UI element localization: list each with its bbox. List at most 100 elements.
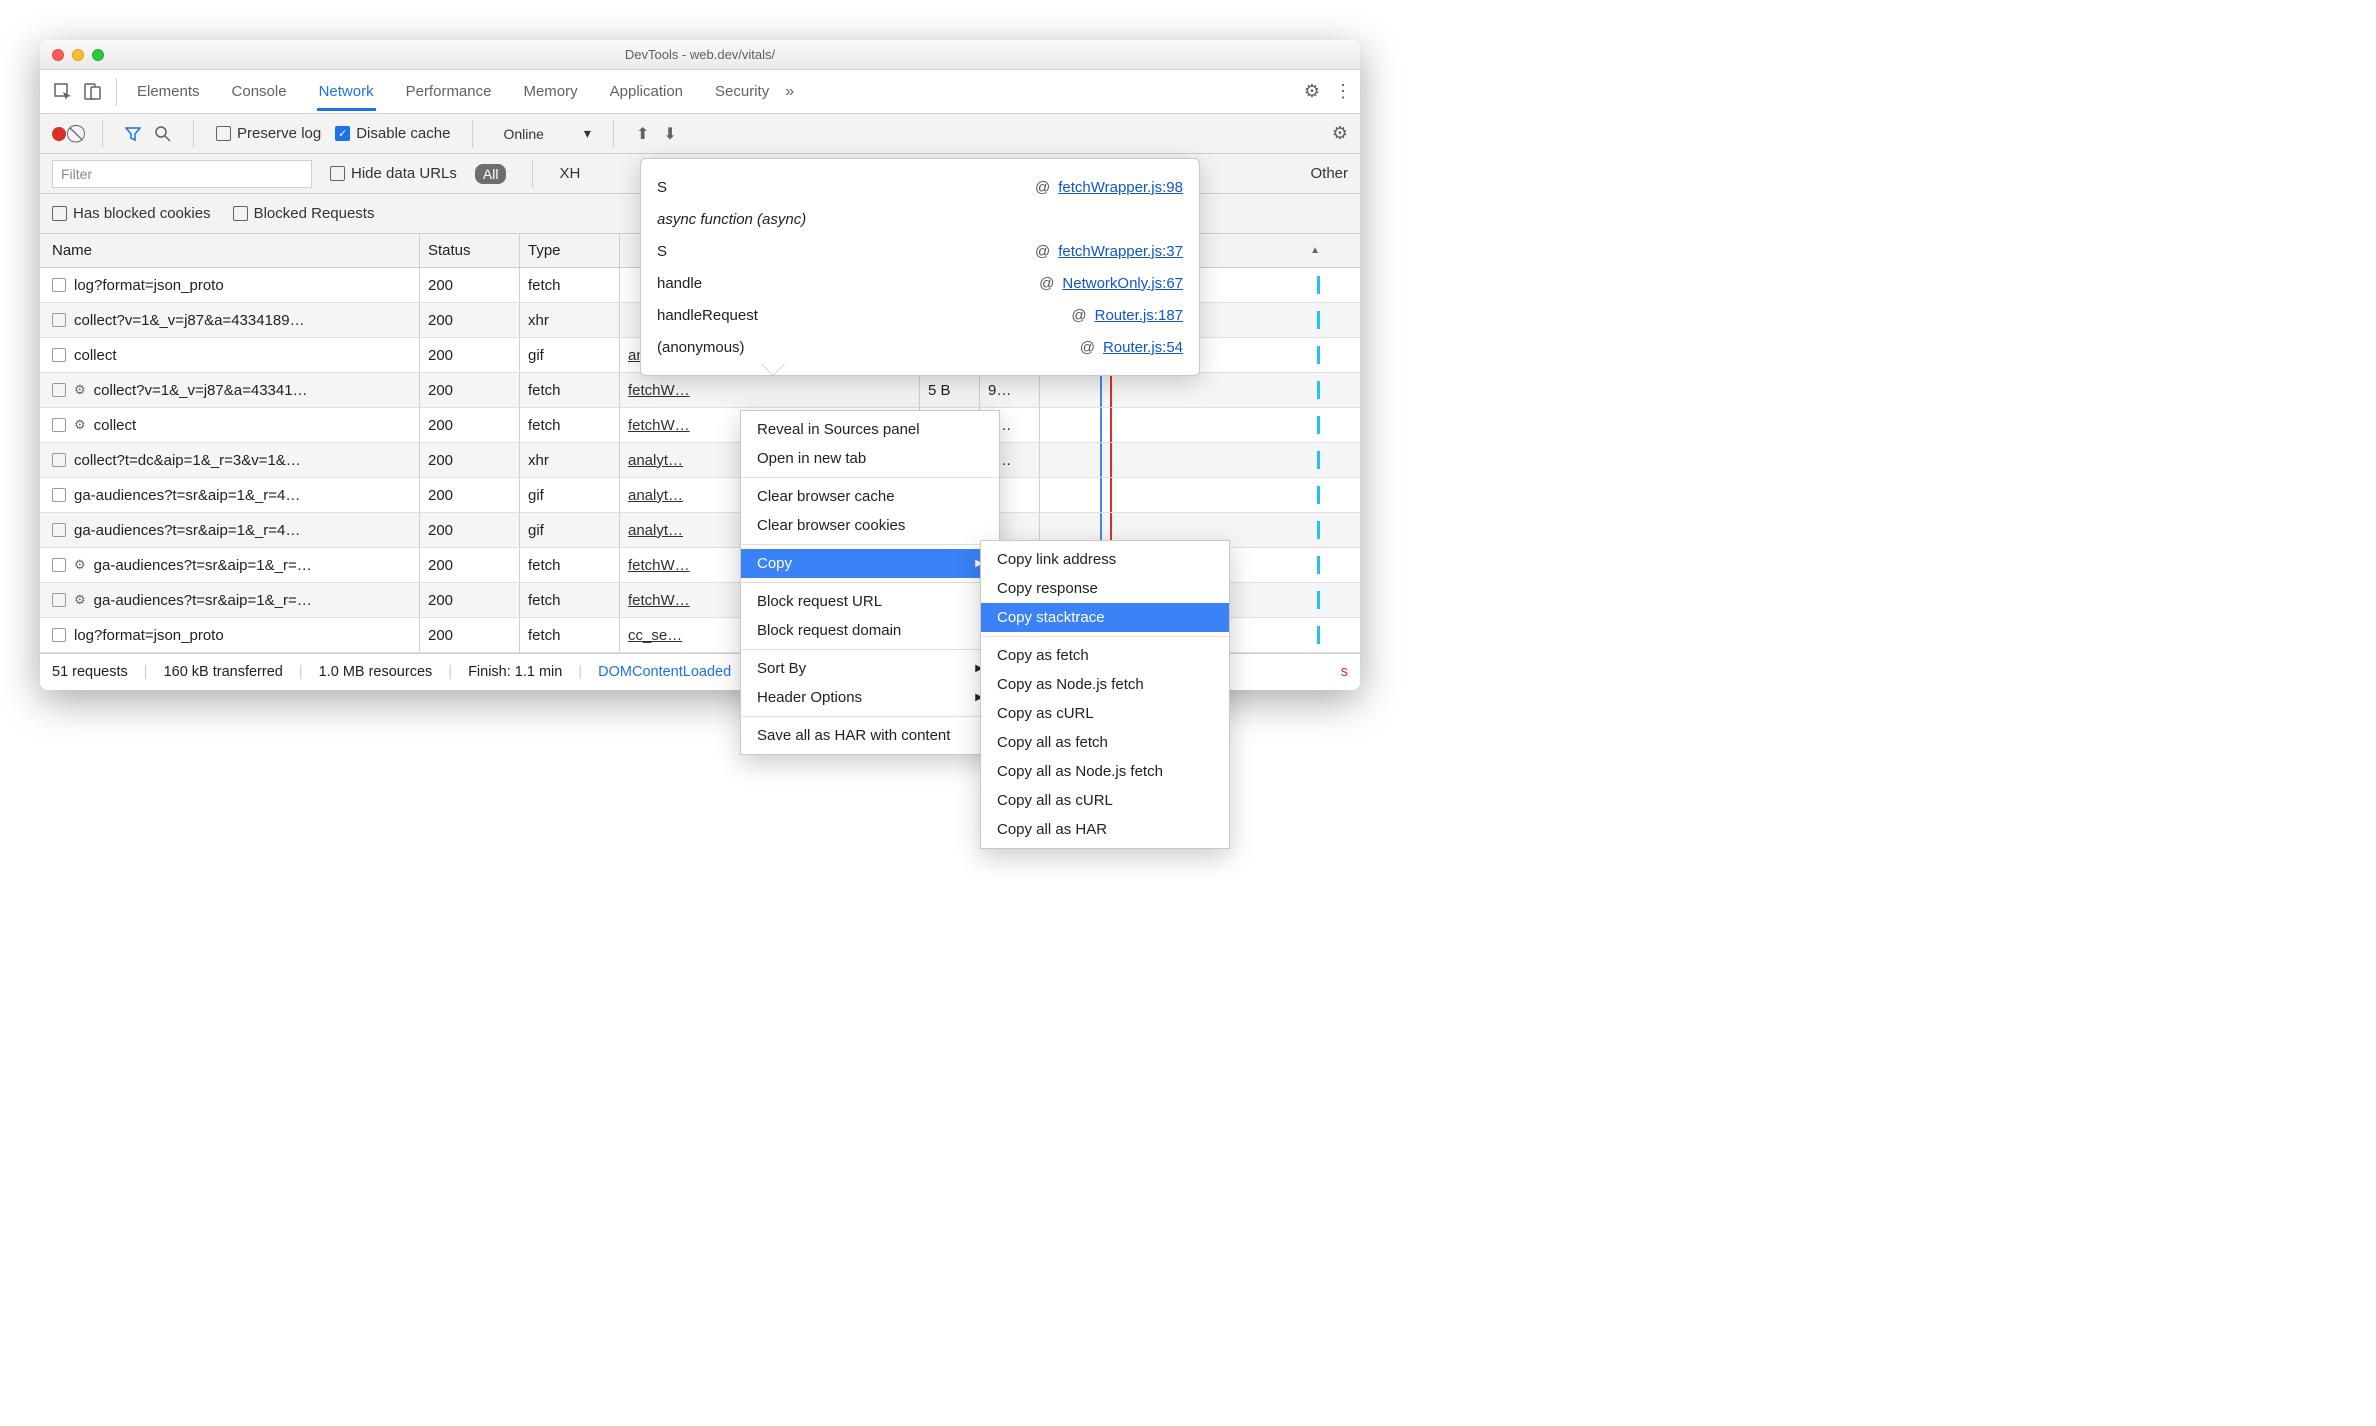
tab-console[interactable]: Console xyxy=(230,73,289,111)
more-tabs-chevron-icon[interactable]: » xyxy=(785,83,794,101)
initiator-link[interactable]: fetchW… xyxy=(628,592,690,609)
submenu-item[interactable]: Copy stacktrace xyxy=(981,603,1229,632)
tab-network[interactable]: Network xyxy=(317,73,376,111)
checkbox-checked-icon: ✓ xyxy=(335,126,350,141)
menu-copy[interactable]: Copy▶ xyxy=(741,549,999,578)
network-settings-gear-icon[interactable]: ⚙ xyxy=(1332,123,1348,144)
waterfall-bar xyxy=(1317,346,1320,364)
filter-type-all[interactable]: All xyxy=(475,164,507,184)
tab-security[interactable]: Security xyxy=(713,73,771,111)
upload-har-icon[interactable]: ⬆ xyxy=(636,124,649,144)
throttling-select[interactable]: Online▾ xyxy=(503,125,591,142)
status-load: s xyxy=(1341,664,1348,680)
cell-status: 200 xyxy=(420,443,520,477)
column-status[interactable]: Status xyxy=(420,234,520,267)
tab-performance[interactable]: Performance xyxy=(404,73,494,111)
initiator-link[interactable]: fetchW… xyxy=(628,382,690,399)
topbar-right: ⚙ ⋮ xyxy=(1304,81,1352,102)
submenu-item[interactable]: Copy link address xyxy=(981,545,1229,574)
submenu-item[interactable]: Copy all as fetch xyxy=(981,728,1229,757)
cell-type: fetch xyxy=(520,373,620,407)
disable-cache-checkbox[interactable]: ✓ Disable cache xyxy=(335,125,450,142)
filter-funnel-icon[interactable] xyxy=(125,126,141,142)
cell-type: fetch xyxy=(520,583,620,617)
devtools-topbar: Elements Console Network Performance Mem… xyxy=(40,70,1360,114)
stack-source-link[interactable]: Router.js:54 xyxy=(1103,339,1183,356)
initiator-link[interactable]: cc_se… xyxy=(628,627,682,644)
cell-time: 9… xyxy=(980,373,1040,407)
cell-type: xhr xyxy=(520,303,620,337)
filter-type-other[interactable]: Other xyxy=(1310,165,1348,182)
checkbox-unchecked-icon xyxy=(330,166,345,181)
separator xyxy=(102,120,103,148)
filter-type-xhr[interactable]: XH xyxy=(559,165,580,182)
table-row[interactable]: ⚙collect200fetchfetchW…7 B9… xyxy=(40,408,1360,443)
stack-source-link[interactable]: fetchWrapper.js:37 xyxy=(1058,243,1183,260)
stack-source-link[interactable]: Router.js:187 xyxy=(1095,307,1183,324)
record-button[interactable] xyxy=(52,127,66,141)
kebab-menu-icon[interactable]: ⋮ xyxy=(1334,81,1352,102)
stack-source-link[interactable]: NetworkOnly.js:67 xyxy=(1062,275,1183,292)
waterfall-bar xyxy=(1317,521,1320,539)
menu-block-domain[interactable]: Block request domain xyxy=(741,616,999,645)
submenu-item[interactable]: Copy all as cURL xyxy=(981,786,1229,815)
menu-sort-by[interactable]: Sort By▶ xyxy=(741,654,999,683)
disable-cache-label: Disable cache xyxy=(356,125,450,142)
cell-status: 200 xyxy=(420,408,520,442)
initiator-link[interactable]: fetchW… xyxy=(628,557,690,574)
cell-status: 200 xyxy=(420,303,520,337)
submenu-item[interactable]: Copy all as Node.js fetch xyxy=(981,757,1229,786)
initiator-link[interactable]: analyt… xyxy=(628,487,683,504)
table-row[interactable]: collect?t=dc&aip=1&_r=3&v=1&…200xhranaly… xyxy=(40,443,1360,478)
menu-separator xyxy=(741,477,999,478)
resource-type-icon xyxy=(52,558,66,572)
has-blocked-cookies-checkbox[interactable]: Has blocked cookies xyxy=(52,205,211,222)
preserve-log-checkbox[interactable]: Preserve log xyxy=(216,125,321,142)
submenu-item[interactable]: Copy all as HAR xyxy=(981,815,1229,844)
device-toggle-icon[interactable] xyxy=(78,77,108,107)
submenu-item[interactable]: Copy as fetch xyxy=(981,641,1229,670)
stack-function-name: handleRequest xyxy=(657,307,1063,324)
cell-status: 200 xyxy=(420,373,520,407)
request-name: ga-audiences?t=sr&aip=1&_r=4… xyxy=(74,487,300,504)
submenu-item[interactable]: Copy as Node.js fetch xyxy=(981,670,1229,699)
tab-application[interactable]: Application xyxy=(608,73,685,111)
menu-open-new-tab[interactable]: Open in new tab xyxy=(741,444,999,473)
menu-header-options[interactable]: Header Options▶ xyxy=(741,683,999,712)
menu-separator xyxy=(981,636,1229,637)
column-type[interactable]: Type xyxy=(520,234,620,267)
menu-clear-cache[interactable]: Clear browser cache xyxy=(741,482,999,511)
cell-type: fetch xyxy=(520,408,620,442)
request-name: ga-audiences?t=sr&aip=1&_r=4… xyxy=(74,522,300,539)
search-icon[interactable] xyxy=(155,126,171,142)
initiator-link[interactable]: fetchW… xyxy=(628,417,690,434)
blocked-requests-checkbox[interactable]: Blocked Requests xyxy=(233,205,375,222)
request-name: log?format=json_proto xyxy=(74,277,224,294)
download-har-icon[interactable]: ⬇ xyxy=(663,124,676,144)
tab-elements[interactable]: Elements xyxy=(135,73,202,111)
cell-type: gif xyxy=(520,338,620,372)
table-row[interactable]: ⚙collect?v=1&_v=j87&a=43341…200fetchfetc… xyxy=(40,373,1360,408)
inspect-element-icon[interactable] xyxy=(48,77,78,107)
menu-clear-cookies[interactable]: Clear browser cookies xyxy=(741,511,999,540)
waterfall-bar xyxy=(1317,381,1320,399)
submenu-item[interactable]: Copy as cURL xyxy=(981,699,1229,728)
column-name[interactable]: Name xyxy=(40,234,420,267)
tab-memory[interactable]: Memory xyxy=(521,73,579,111)
settings-gear-icon[interactable]: ⚙ xyxy=(1304,81,1320,102)
initiator-link[interactable]: analyt… xyxy=(628,522,683,539)
submenu-item[interactable]: Copy response xyxy=(981,574,1229,603)
menu-reveal-in-sources[interactable]: Reveal in Sources panel xyxy=(741,415,999,444)
hide-data-urls-checkbox[interactable]: Hide data URLs xyxy=(330,165,457,182)
cell-status: 200 xyxy=(420,583,520,617)
stack-frame: handleRequest@Router.js:187 xyxy=(657,299,1183,331)
filter-input[interactable]: Filter xyxy=(52,160,312,188)
initiator-link[interactable]: analyt… xyxy=(628,452,683,469)
waterfall-bar xyxy=(1317,416,1320,434)
menu-save-har[interactable]: Save all as HAR with content xyxy=(741,721,999,750)
waterfall-bar xyxy=(1317,486,1320,504)
menu-block-url[interactable]: Block request URL xyxy=(741,587,999,616)
table-row[interactable]: ga-audiences?t=sr&aip=1&_r=4…200gifanaly… xyxy=(40,478,1360,513)
resource-type-icon xyxy=(52,278,66,292)
stack-source-link[interactable]: fetchWrapper.js:98 xyxy=(1058,179,1183,196)
